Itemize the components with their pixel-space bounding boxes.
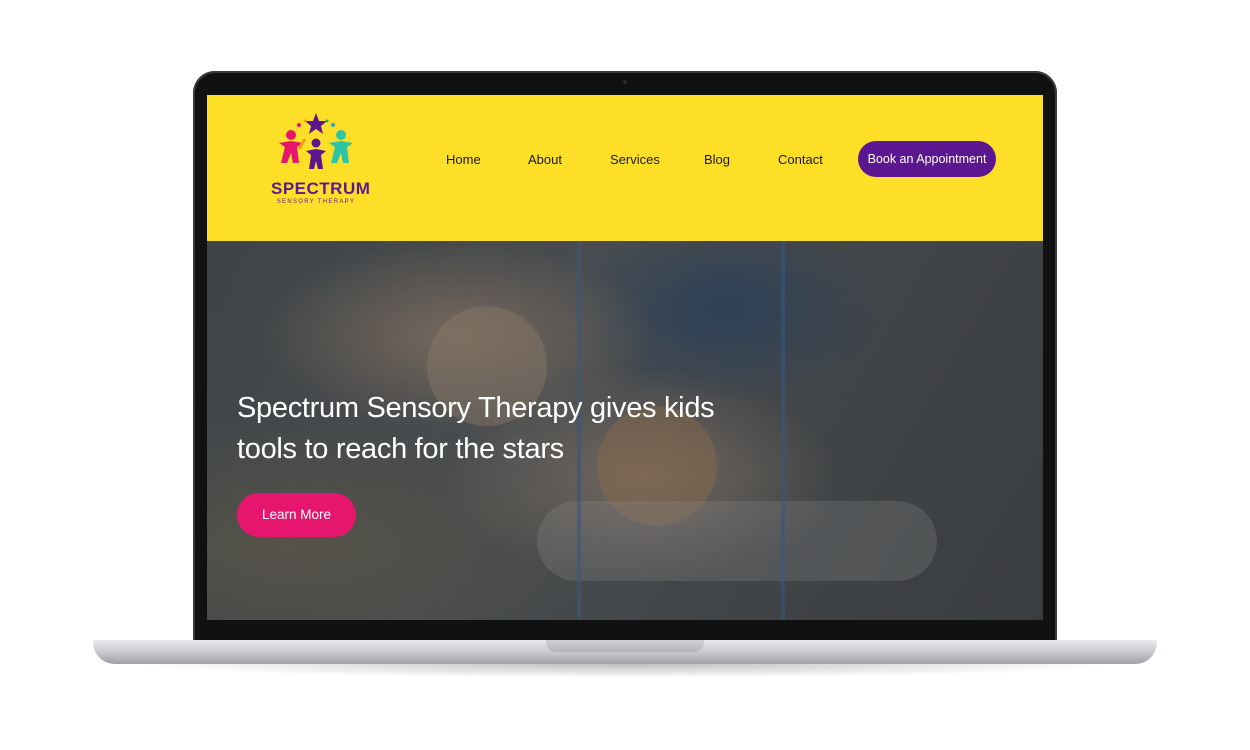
nav-blog-link[interactable]: Blog (704, 152, 730, 167)
nav-home-link[interactable]: Home (446, 152, 481, 167)
nav-services-link[interactable]: Services (610, 152, 660, 167)
website-screen: SPECTRUM SENSORY THERAPY Home About Serv… (207, 95, 1043, 620)
site-header: SPECTRUM SENSORY THERAPY Home About Serv… (207, 95, 1043, 241)
learn-more-button[interactable]: Learn More (237, 493, 356, 537)
laptop-base (93, 640, 1157, 664)
logo-wordmark: SPECTRUM (271, 179, 371, 198)
hero-headline: Spectrum Sensory Therapy gives kids tool… (237, 392, 715, 465)
nav-about-link[interactable]: About (528, 152, 562, 167)
laptop-frame: SPECTRUM SENSORY THERAPY Home About Serv… (193, 71, 1057, 644)
book-appointment-button[interactable]: Book an Appointment (858, 141, 996, 177)
logo-tagline: SENSORY THERAPY (276, 199, 356, 205)
laptop-shadow (133, 664, 1117, 678)
hero-section: Spectrum Sensory Therapy gives kids tool… (207, 241, 1043, 620)
camera-icon (623, 80, 627, 84)
nav-contact-link[interactable]: Contact (778, 152, 823, 167)
laptop-notch (546, 640, 704, 652)
